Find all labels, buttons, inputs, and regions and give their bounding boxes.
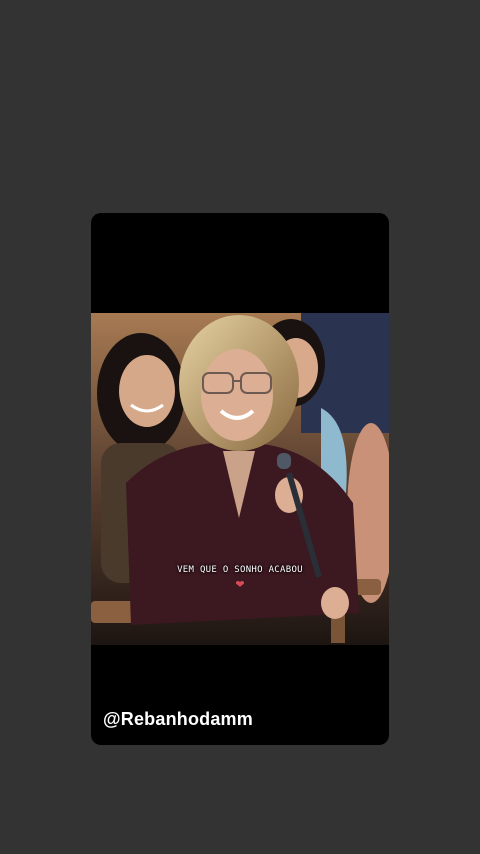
story-card[interactable]: VEM QUE O SONHO ACABOU ❤ @Rebanhodamm [91,213,389,745]
heart-icon: ❤ [235,578,245,591]
story-photo [91,313,389,645]
story-caption: VEM QUE O SONHO ACABOU [177,565,303,575]
story-viewer: VEM QUE O SONHO ACABOU ❤ @Rebanhodamm [0,0,480,854]
story-username[interactable]: @Rebanhodamm [103,709,253,730]
